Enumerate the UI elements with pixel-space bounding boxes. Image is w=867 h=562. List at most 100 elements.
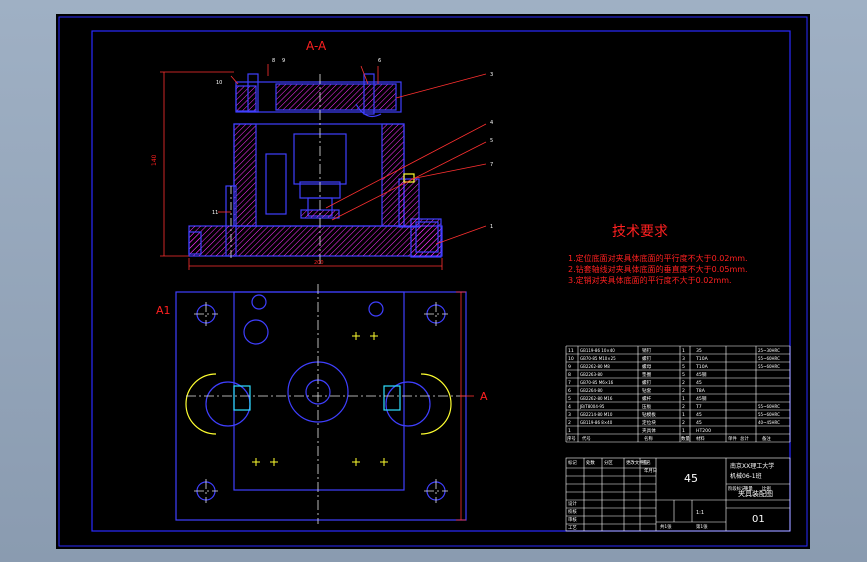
bom-header-cell: 材料 <box>696 435 705 442</box>
drawing-number: 01 <box>752 514 765 525</box>
bom-cell-code: GB119-86 8×40 <box>580 420 613 425</box>
callout-3: 3 <box>490 72 493 78</box>
bom-cell-name: 螺母 <box>642 363 652 370</box>
bom-cell-code: GB2214-80 M10 <box>580 412 613 417</box>
bom-cell-code: GB2262-80 M8 <box>580 364 610 369</box>
school-name: 南京XX理工大学 <box>730 462 774 470</box>
callout-1: 1 <box>490 224 493 230</box>
bom-cell-qty: 1 <box>682 348 685 354</box>
bom-cell-code: GB2263-80 <box>580 372 603 377</box>
dim-height-label: 140 <box>151 154 158 166</box>
bom-cell-no: 10 <box>568 356 574 362</box>
bom-cell-material: 45 <box>696 420 702 426</box>
callout-4: 4 <box>490 120 493 126</box>
bom-cell-name: 定位块 <box>642 419 656 426</box>
bom-cell-code: GB2262-80 M16 <box>580 396 613 401</box>
bom-cell-code: GB2264-80 <box>580 388 603 393</box>
tech-req-line-3: 3.定销对夹具体底面的平行度不大于0.02mm. <box>568 275 732 285</box>
bom-cell-qty: 2 <box>682 388 685 394</box>
cad-viewport[interactable]: A-A 140 200 10 8 9 3 4 5 7 11 1 6 A1 A 技… <box>56 14 810 549</box>
title-block-label: 重量 <box>744 485 753 492</box>
bom-header-cell: 总计 <box>740 435 749 442</box>
title-block-label: 共1张 <box>660 523 672 530</box>
bom-cell-no: 6 <box>568 388 571 394</box>
bom-header-cell: 单件 <box>728 435 737 442</box>
title-block-label: 标记 <box>568 459 577 466</box>
bom-cell-material: 35 <box>696 348 702 354</box>
plan-yellow-marks <box>252 332 388 466</box>
bom-cell-material: T8A <box>695 388 706 394</box>
bom-header-cell: 备注 <box>762 435 771 442</box>
title-block-label: 分区 <box>604 459 613 466</box>
tech-req-line-1: 1.定位底面对夹具体底面的平行度不大于0.02mm. <box>568 253 748 263</box>
bom-cell-name: 垫圈 <box>642 371 652 378</box>
bom-cell-note: 40~45HRC <box>758 420 780 425</box>
callout-10: 10 <box>216 80 222 86</box>
bom-header-cell: 数量 <box>681 435 690 442</box>
callout-9: 9 <box>282 58 285 64</box>
bom-cell-no: 3 <box>568 412 571 418</box>
bom-cell-qty: 1 <box>682 428 685 434</box>
assembly-drawing: A-A 140 200 10 8 9 3 4 5 7 11 1 6 A1 A 技… <box>58 16 808 547</box>
bom-cell-material: T10A <box>695 356 709 362</box>
bom-cell-note: 55~60HRC <box>758 404 780 409</box>
bom-cell-no: 11 <box>568 348 574 354</box>
title-block-label: 工艺 <box>568 525 577 531</box>
view-label-left: A1 <box>156 304 171 317</box>
bom-cell-material: 45 <box>696 412 702 418</box>
title-block-label: 比例 <box>762 485 771 492</box>
bom-cell-no: 8 <box>568 372 571 378</box>
title-block-label: 审核 <box>568 516 577 523</box>
bom-cell-code: JB/T8004-95 <box>579 404 605 409</box>
bom-cell-material: T7 <box>695 404 702 410</box>
section-label: A-A <box>306 39 327 53</box>
dim-width-label: 200 <box>314 260 324 266</box>
title-block-label: 签名 <box>642 459 651 466</box>
bom-cell-qty: 5 <box>682 364 685 370</box>
bom-cell-qty: 1 <box>682 396 685 402</box>
plan-dimensions <box>456 291 474 521</box>
bom-cell-material: 45钢 <box>696 395 707 402</box>
bom-cell-name: 销钉 <box>642 347 652 354</box>
bom-cell-qty: 1 <box>682 412 685 418</box>
material-label: 45 <box>684 472 698 485</box>
bom-cell-code: GB70-85 M6×16 <box>580 380 614 385</box>
bom-cell-qty: 3 <box>682 356 685 362</box>
plan-view <box>175 291 467 521</box>
bom-table: 11 GB119-86 10×40 销钉 1 35 25~30HRC10 GB70-85 M… <box>565 345 791 443</box>
bom-cell-material: 45钢 <box>696 371 707 378</box>
bom-cell-no: 4 <box>568 404 571 410</box>
bom-cell-material: HT200 <box>696 428 711 434</box>
bom-cell-no: 7 <box>568 380 571 386</box>
tech-requirements: 技术要求 1.定位底面对夹具体底面的平行度不大于0.02mm. 2.钻套轴线对夹… <box>568 224 748 285</box>
bom-cell-no: 1 <box>568 428 571 434</box>
title-block-label: 第1张 <box>696 523 708 530</box>
callout-5: 5 <box>490 138 493 144</box>
scale-value: 1:1 <box>696 510 704 516</box>
bom-header-cell: 序号 <box>567 435 576 442</box>
bom-cell-note: 55~60HRC <box>758 356 780 361</box>
bom-cell-note: 55~60HRC <box>758 364 780 369</box>
plan-centerlines <box>186 284 466 524</box>
bom-cell-no: 2 <box>568 420 571 426</box>
bom-cell-qty: 5 <box>682 372 685 378</box>
callout-7: 7 <box>490 162 493 168</box>
callout-6: 6 <box>378 58 381 64</box>
tech-req-title: 技术要求 <box>612 224 668 240</box>
bom-cell-qty: 2 <box>682 380 685 386</box>
bom-cell-name: 螺钉 <box>642 355 652 362</box>
bom-cell-name: 钻模板 <box>642 411 656 418</box>
bom-cell-qty: 2 <box>682 404 685 410</box>
title-block-label: 设计 <box>568 500 577 507</box>
bom-cell-code: GB119-86 10×40 <box>580 348 615 353</box>
bom-header-cell: 代号 <box>582 435 591 442</box>
bom-cell-material: 45 <box>696 380 702 386</box>
bom-cell-name: 螺钉 <box>642 379 652 386</box>
bom-cell-note: 55~60HRC <box>758 412 780 417</box>
bom-cell-code: GB70-85 M10×25 <box>580 356 616 361</box>
bom-cell-name: 螺杆 <box>642 395 652 402</box>
bom-cell-note: 25~30HRC <box>758 348 780 353</box>
bom-cell-name: 钻套 <box>642 387 652 394</box>
callout-11: 11 <box>212 210 218 216</box>
bom-cell-no: 5 <box>568 396 571 402</box>
